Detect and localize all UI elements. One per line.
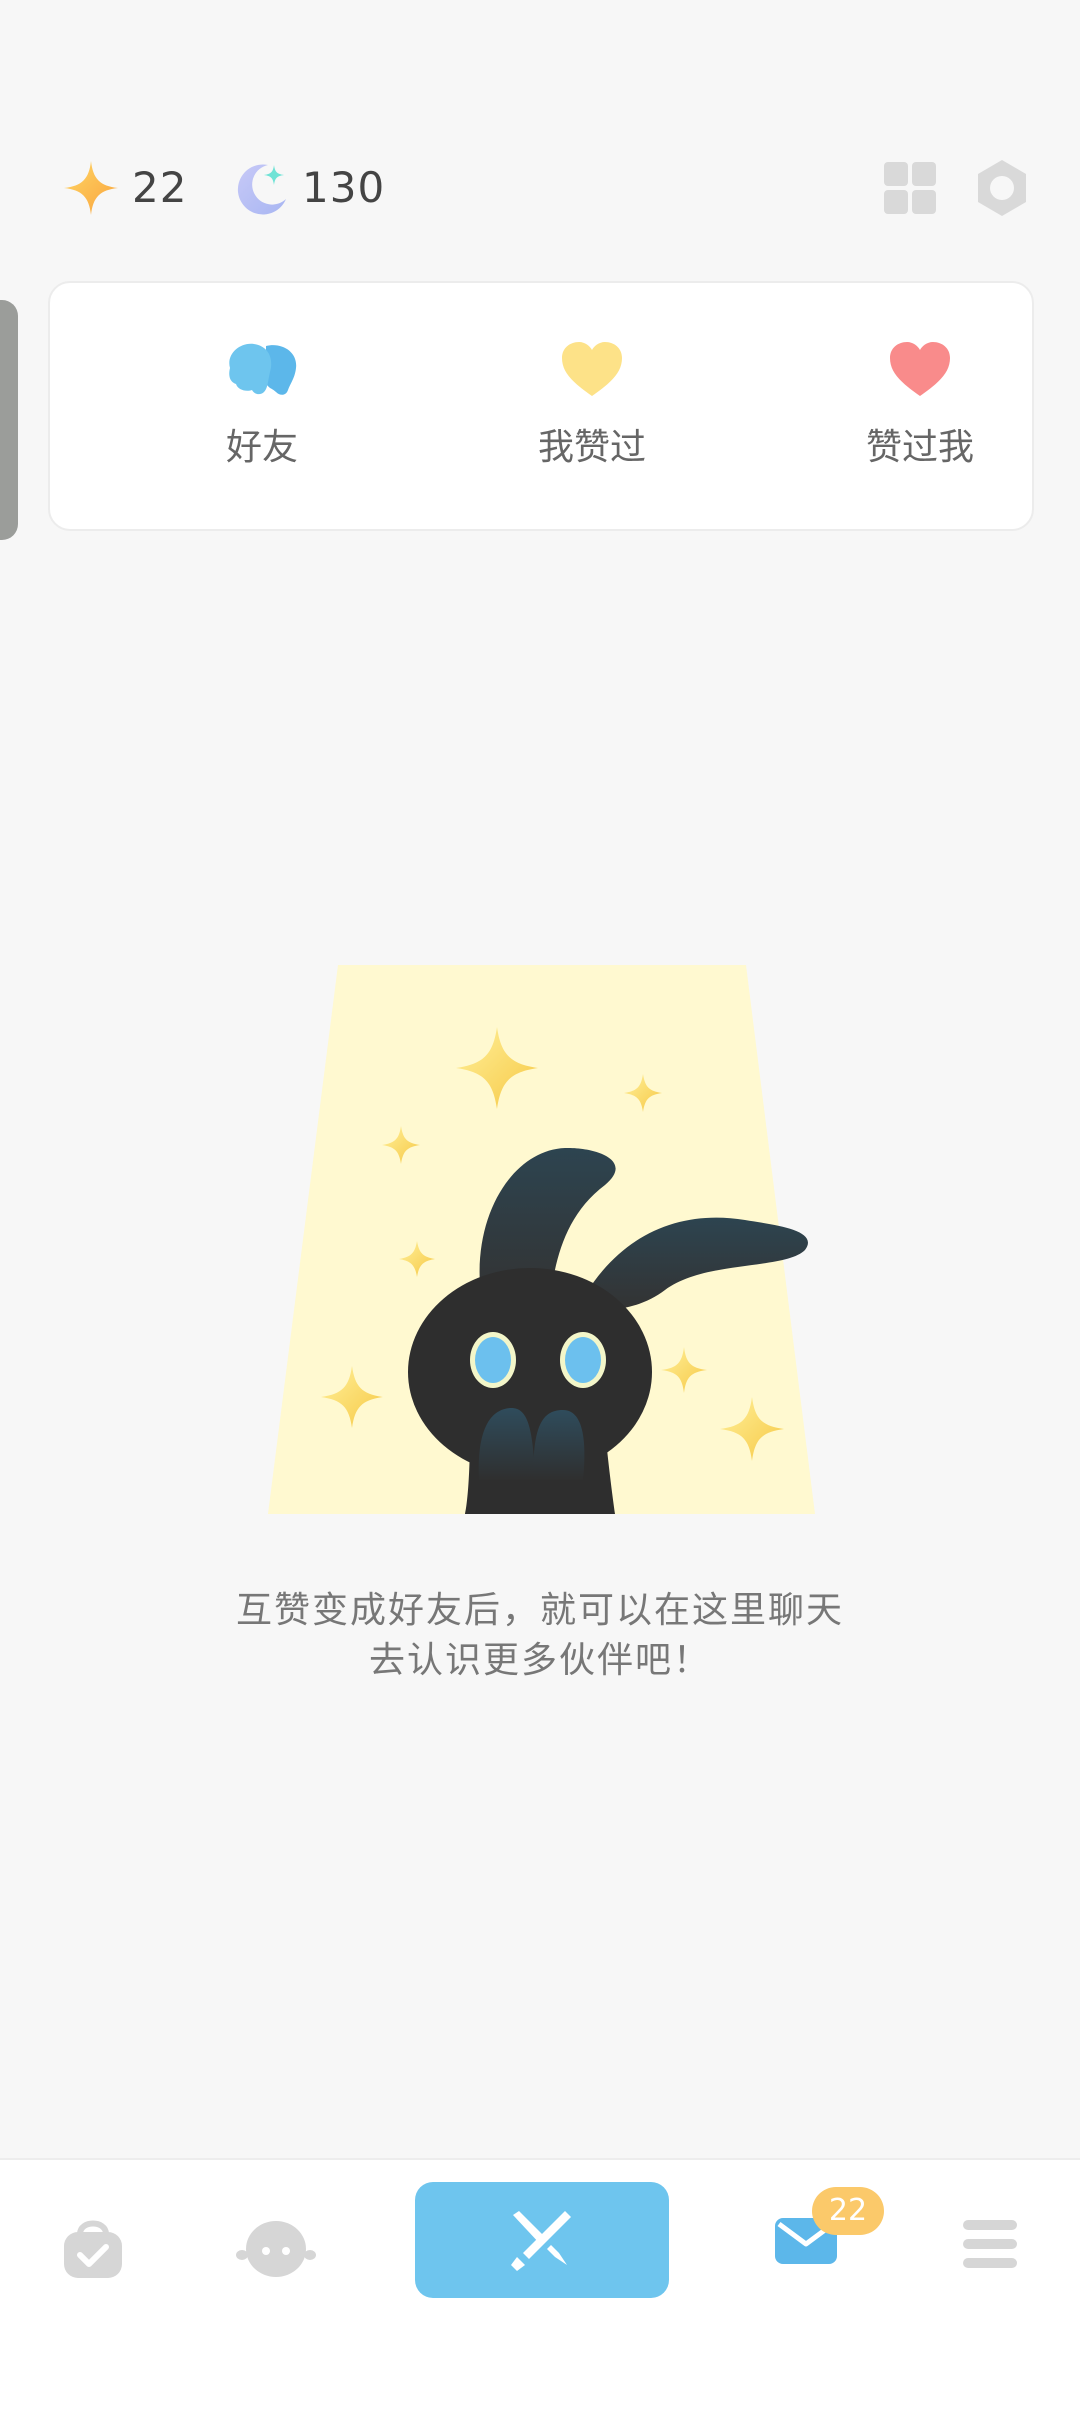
shop-bag-icon[interactable]: [58, 2212, 128, 2282]
stars-count: 22: [132, 163, 188, 212]
tab-liked[interactable]: 我赞过: [492, 338, 692, 470]
tab-friends[interactable]: 好友: [162, 338, 362, 470]
moons-count: 130: [302, 163, 386, 212]
empty-state-illustration: [268, 965, 815, 1514]
tab-liked-label: 我赞过: [537, 427, 646, 468]
swords-icon: [511, 2211, 571, 2271]
friends-icon: [229, 343, 297, 395]
heart-red-icon: [890, 342, 950, 396]
side-drawer-handle[interactable]: [0, 300, 18, 540]
moons-counter[interactable]: 130: [232, 150, 385, 225]
friends-screen: 22 130 好友 我赞过 赞过我 互赞变成好友后，就可以在这里聊天 去认识更多…: [0, 0, 1080, 2412]
moon-icon: [237, 163, 286, 214]
mail-badge: 22: [812, 2187, 884, 2235]
star-icon: [64, 160, 118, 215]
heart-yellow-icon: [562, 342, 622, 396]
menu-icon[interactable]: [961, 2218, 1019, 2270]
empty-state-line-2: 去认识更多伙伴吧！: [368, 1640, 711, 1681]
grid-icon[interactable]: [880, 158, 940, 218]
empty-state-line-1: 互赞变成好友后，就可以在这里聊天: [235, 1590, 844, 1631]
settings-icon[interactable]: [972, 158, 1032, 218]
battle-button[interactable]: [415, 2182, 669, 2298]
stars-counter[interactable]: 22: [62, 150, 187, 225]
top-bar: 22 130: [0, 150, 1080, 225]
bottom-nav: 22: [0, 2158, 1080, 2412]
avatar-icon[interactable]: [236, 2215, 316, 2279]
tab-likers[interactable]: 赞过我: [820, 338, 1020, 470]
empty-state-message: 互赞变成好友后，就可以在这里聊天 去认识更多伙伴吧！: [0, 1586, 1080, 1686]
friends-tabs-card: 好友 我赞过 赞过我: [48, 281, 1034, 531]
tab-likers-label: 赞过我: [865, 427, 974, 468]
tab-friends-label: 好友: [225, 427, 298, 468]
